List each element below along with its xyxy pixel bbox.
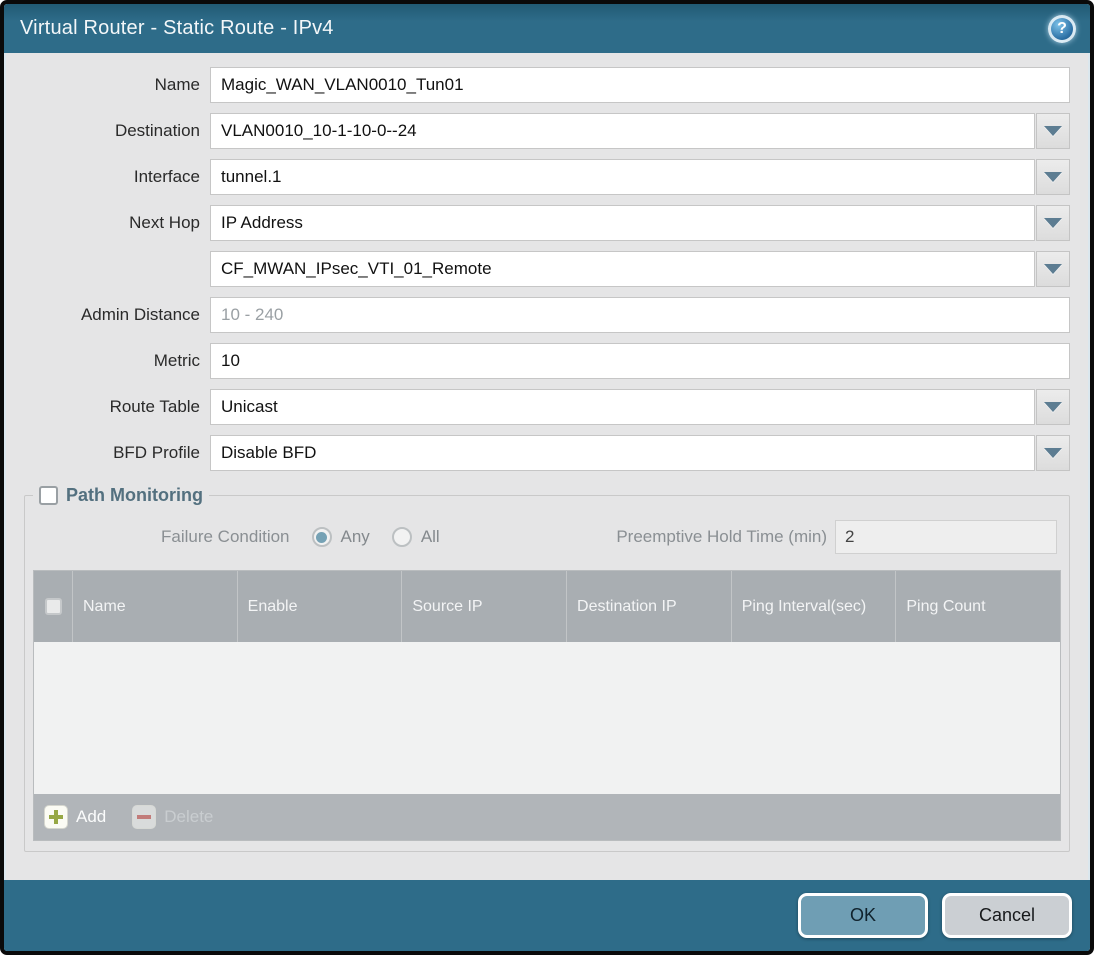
radio-circle-icon bbox=[311, 527, 332, 547]
bfd-profile-row: BFD Profile bbox=[24, 435, 1070, 471]
chevron-down-icon bbox=[1044, 172, 1062, 182]
chevron-down-icon bbox=[1044, 402, 1062, 412]
dialog-body: Name Destination Interface Next Hop bbox=[4, 53, 1090, 880]
next-hop-address-dropdown-button[interactable] bbox=[1036, 251, 1070, 287]
route-table-label: Route Table bbox=[109, 397, 200, 416]
column-header-destination-ip[interactable]: Destination IP bbox=[566, 571, 731, 642]
select-all-checkbox[interactable] bbox=[44, 598, 62, 615]
help-icon[interactable]: ? bbox=[1048, 14, 1076, 43]
dialog-titlebar: Virtual Router - Static Route - IPv4 ? bbox=[4, 4, 1090, 53]
interface-label: Interface bbox=[133, 167, 200, 186]
destination-label: Destination bbox=[114, 121, 200, 140]
table-footer-toolbar: Add Delete bbox=[34, 794, 1060, 840]
column-header-name[interactable]: Name bbox=[72, 571, 237, 642]
path-monitoring-table: Name Enable Source IP Destination IP Pin… bbox=[33, 570, 1061, 841]
path-monitoring-title: Path Monitoring bbox=[66, 485, 203, 505]
next-hop-type-dropdown-button[interactable] bbox=[1036, 205, 1070, 241]
preemptive-hold-time-label: Preemptive Hold Time (min) bbox=[616, 527, 827, 546]
route-table-row: Route Table bbox=[24, 389, 1070, 425]
next-hop-address-row bbox=[24, 251, 1070, 287]
metric-row: Metric bbox=[24, 343, 1070, 379]
interface-row: Interface bbox=[24, 159, 1070, 195]
add-button[interactable]: Add bbox=[44, 805, 106, 829]
radio-circle-icon bbox=[391, 527, 412, 547]
chevron-down-icon bbox=[1044, 264, 1062, 274]
dialog-title: Virtual Router - Static Route - IPv4 bbox=[20, 17, 334, 39]
path-monitoring-checkbox[interactable] bbox=[39, 486, 58, 505]
chevron-down-icon bbox=[1044, 126, 1062, 136]
destination-dropdown-button[interactable] bbox=[1036, 113, 1070, 149]
admin-distance-label: Admin Distance bbox=[80, 305, 200, 324]
name-input[interactable] bbox=[210, 67, 1070, 103]
select-all-checkbox-cell[interactable] bbox=[34, 571, 72, 642]
interface-dropdown-button[interactable] bbox=[1036, 159, 1070, 195]
dialog-footer: OK Cancel bbox=[4, 880, 1090, 951]
name-label: Name bbox=[154, 75, 200, 94]
next-hop-type-input[interactable] bbox=[210, 205, 1035, 241]
column-header-ping-count[interactable]: Ping Count bbox=[895, 571, 1060, 642]
cancel-button[interactable]: Cancel bbox=[942, 893, 1072, 938]
path-monitoring-options-row: Failure Condition Any All Preemptive Hol… bbox=[37, 520, 1057, 554]
table-header-row: Name Enable Source IP Destination IP Pin… bbox=[34, 571, 1060, 642]
metric-input[interactable] bbox=[210, 343, 1070, 379]
delete-button[interactable]: Delete bbox=[132, 805, 213, 829]
route-table-dropdown-button[interactable] bbox=[1036, 389, 1070, 425]
destination-input[interactable] bbox=[210, 113, 1035, 149]
bfd-profile-dropdown-button[interactable] bbox=[1036, 435, 1070, 471]
failure-condition-all-radio[interactable]: All bbox=[391, 527, 440, 547]
plus-icon bbox=[44, 805, 68, 829]
column-header-source-ip[interactable]: Source IP bbox=[401, 571, 566, 642]
admin-distance-row: Admin Distance bbox=[24, 297, 1070, 333]
route-table-input[interactable] bbox=[210, 389, 1035, 425]
chevron-down-icon bbox=[1044, 448, 1062, 458]
metric-label: Metric bbox=[153, 351, 200, 370]
next-hop-row: Next Hop bbox=[24, 205, 1070, 241]
failure-condition-any-radio[interactable]: Any bbox=[311, 527, 370, 547]
table-body-empty bbox=[34, 642, 1060, 794]
next-hop-label: Next Hop bbox=[129, 213, 200, 232]
ok-button[interactable]: OK bbox=[798, 893, 928, 938]
column-header-ping-interval[interactable]: Ping Interval(sec) bbox=[730, 571, 896, 642]
interface-input[interactable] bbox=[210, 159, 1035, 195]
preemptive-hold-time-input[interactable] bbox=[835, 520, 1057, 554]
minus-icon bbox=[132, 805, 157, 829]
chevron-down-icon bbox=[1044, 218, 1062, 228]
admin-distance-input[interactable] bbox=[210, 297, 1070, 333]
name-row: Name bbox=[24, 67, 1070, 103]
static-route-dialog: Virtual Router - Static Route - IPv4 ? N… bbox=[0, 0, 1094, 955]
failure-condition-label: Failure Condition bbox=[161, 527, 290, 546]
next-hop-address-input[interactable] bbox=[210, 251, 1035, 287]
bfd-profile-input[interactable] bbox=[210, 435, 1035, 471]
destination-row: Destination bbox=[24, 113, 1070, 149]
path-monitoring-section: Path Monitoring Failure Condition Any Al… bbox=[24, 485, 1070, 852]
column-header-enable[interactable]: Enable bbox=[236, 571, 402, 642]
bfd-profile-label: BFD Profile bbox=[113, 443, 200, 462]
